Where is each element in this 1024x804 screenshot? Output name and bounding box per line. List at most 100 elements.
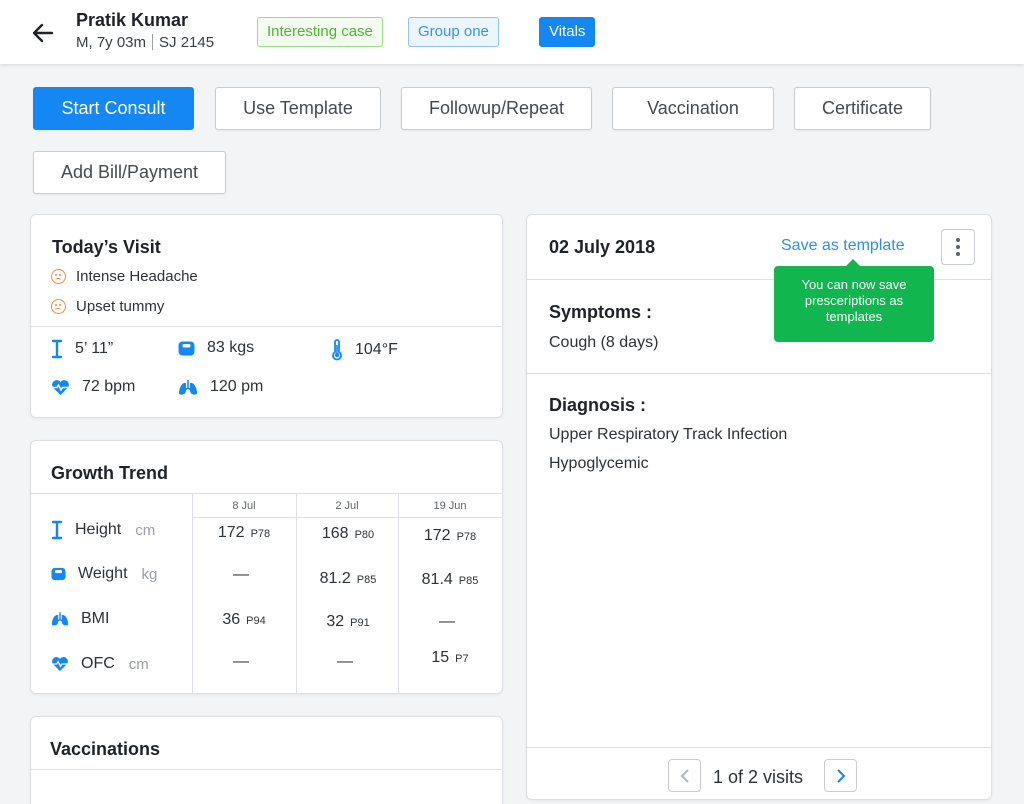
growth-value: 32 [326, 613, 345, 630]
growth-cell: — [297, 653, 399, 671]
growth-row-bmi: BMI [51, 610, 109, 628]
divider [31, 326, 502, 327]
previous-visit-button[interactable] [668, 759, 701, 792]
patient-name: Pratik Kumar [76, 10, 189, 30]
vital-respiration-value: 120 pm [210, 378, 264, 395]
symptom-entry: Cough (8 days) [549, 334, 659, 351]
vital-heart-rate-value: 72 bpm [82, 378, 136, 395]
save-as-template-link[interactable]: Save as template [781, 237, 905, 255]
todays-visit-title: Today’s Visit [52, 237, 161, 257]
vaccinations-card: Vaccinations [30, 716, 503, 804]
vital-temperature: 104°F [331, 339, 398, 361]
growth-row-height: Height cm [51, 520, 155, 540]
diagnosis-entry: Upper Respiratory Track Infection [549, 426, 788, 443]
add-bill-payment-button[interactable]: Add Bill/Payment [33, 151, 226, 194]
visit-date: 02 July 2018 [549, 237, 656, 257]
growth-cell: 32 P91 [297, 613, 399, 631]
vaccination-button[interactable]: Vaccination [612, 87, 774, 130]
tag-interesting-case[interactable]: Interesting case [257, 17, 383, 47]
back-arrow-icon[interactable] [30, 20, 56, 46]
height-ruler-icon [51, 520, 63, 540]
symptom-label: Intense Headache [76, 268, 198, 285]
save-template-tooltip: You can now save presceriptions as templ… [774, 259, 934, 342]
growth-value: 81.2 [319, 570, 351, 587]
patient-age: M, 7y 03m [76, 34, 147, 51]
growth-percentile: P85 [356, 574, 377, 586]
diagnosis-entry: Hypoglycemic [549, 455, 649, 472]
growth-value: — [337, 653, 353, 670]
patient-meta: M, 7y 03m SJ 2145 [76, 34, 214, 51]
tag-group-one[interactable]: Group one [408, 17, 499, 47]
heart-rate-icon [52, 379, 69, 395]
growth-cell: 81.4 P85 [399, 571, 501, 589]
growth-trend-card: Growth Trend 8 Jul 2 Jul 19 Jun Height c… [30, 440, 503, 694]
more-options-icon[interactable] [941, 229, 975, 265]
divider [527, 373, 991, 374]
growth-value: — [233, 653, 249, 670]
date-header-divider [192, 517, 502, 518]
vitals-tab[interactable]: Vitals [539, 17, 596, 47]
growth-cell: 36 P94 [193, 611, 295, 629]
thermometer-icon [332, 339, 342, 361]
start-consult-button[interactable]: Start Consult [33, 87, 194, 130]
growth-cell: 15 P7 [399, 649, 501, 667]
growth-row-weight: Weight kg [51, 565, 157, 583]
growth-percentile: P78 [250, 528, 271, 540]
heart-rate-icon [52, 657, 68, 672]
symptom-item: Upset tummy [51, 298, 164, 315]
vaccinations-title: Vaccinations [50, 739, 161, 759]
visit-pager-text: 1 of 2 visits [713, 767, 804, 787]
sad-face-icon [51, 299, 66, 314]
growth-date-header: 19 Jun [433, 500, 467, 512]
followup-repeat-button[interactable]: Followup/Repeat [401, 87, 592, 130]
divider [31, 769, 502, 770]
vital-weight: 83 kgs [178, 339, 254, 357]
growth-percentile: P80 [354, 529, 375, 541]
vital-height: 5’ 11” [51, 339, 113, 359]
certificate-button[interactable]: Certificate [794, 87, 931, 130]
lungs-icon [179, 379, 197, 395]
growth-row-unit: cm [135, 521, 156, 539]
growth-date-header: 2 Jul [335, 500, 359, 512]
growth-row-label: OFC [81, 655, 115, 672]
growth-percentile: P94 [246, 615, 266, 627]
growth-row-ofc: OFC cm [51, 655, 149, 673]
growth-value: 81.4 [421, 571, 453, 588]
diagnosis-title: Diagnosis : [549, 395, 647, 415]
vital-heart-rate: 72 bpm [51, 378, 135, 396]
todays-visit-card: Today’s Visit Intense Headache Upset tum… [30, 214, 503, 418]
growth-cell: 168 P80 [297, 525, 399, 543]
growth-trend-title: Growth Trend [51, 463, 168, 483]
growth-row-label: Weight [78, 565, 128, 582]
symptom-label: Upset tummy [76, 298, 165, 315]
growth-row-label: BMI [81, 610, 110, 627]
growth-percentile: P7 [455, 653, 469, 665]
vital-height-value: 5’ 11” [75, 340, 114, 357]
weight-scale-icon [51, 567, 66, 581]
patient-id: SJ 2145 [159, 34, 215, 51]
patient-header: Pratik Kumar M, 7y 03m SJ 2145 Interestin… [0, 0, 1024, 64]
growth-value: 15 [431, 649, 450, 666]
chevron-left-icon [680, 768, 689, 783]
divider [527, 747, 991, 748]
growth-value: 172 [423, 527, 451, 544]
symptoms-title: Symptoms : [549, 302, 653, 322]
growth-cell: 172 P78 [193, 524, 295, 542]
growth-row-label: Height [75, 521, 122, 538]
growth-percentile: P85 [458, 575, 479, 587]
use-template-button[interactable]: Use Template [215, 87, 381, 130]
growth-value: 168 [321, 525, 349, 542]
growth-value: 172 [217, 524, 245, 541]
growth-row-unit: kg [141, 565, 158, 583]
lungs-icon [51, 612, 69, 626]
symptom-item: Intense Headache [51, 268, 198, 285]
vital-temperature-value: 104°F [355, 341, 398, 358]
vital-respiration: 120 pm [178, 378, 263, 396]
height-ruler-icon [51, 339, 63, 359]
growth-cell: — [399, 613, 501, 631]
weight-scale-icon [178, 341, 195, 355]
next-visit-button[interactable] [824, 759, 857, 792]
growth-value: — [439, 613, 455, 630]
growth-cell: — [193, 653, 295, 671]
growth-cell: 81.2 P85 [297, 570, 399, 588]
